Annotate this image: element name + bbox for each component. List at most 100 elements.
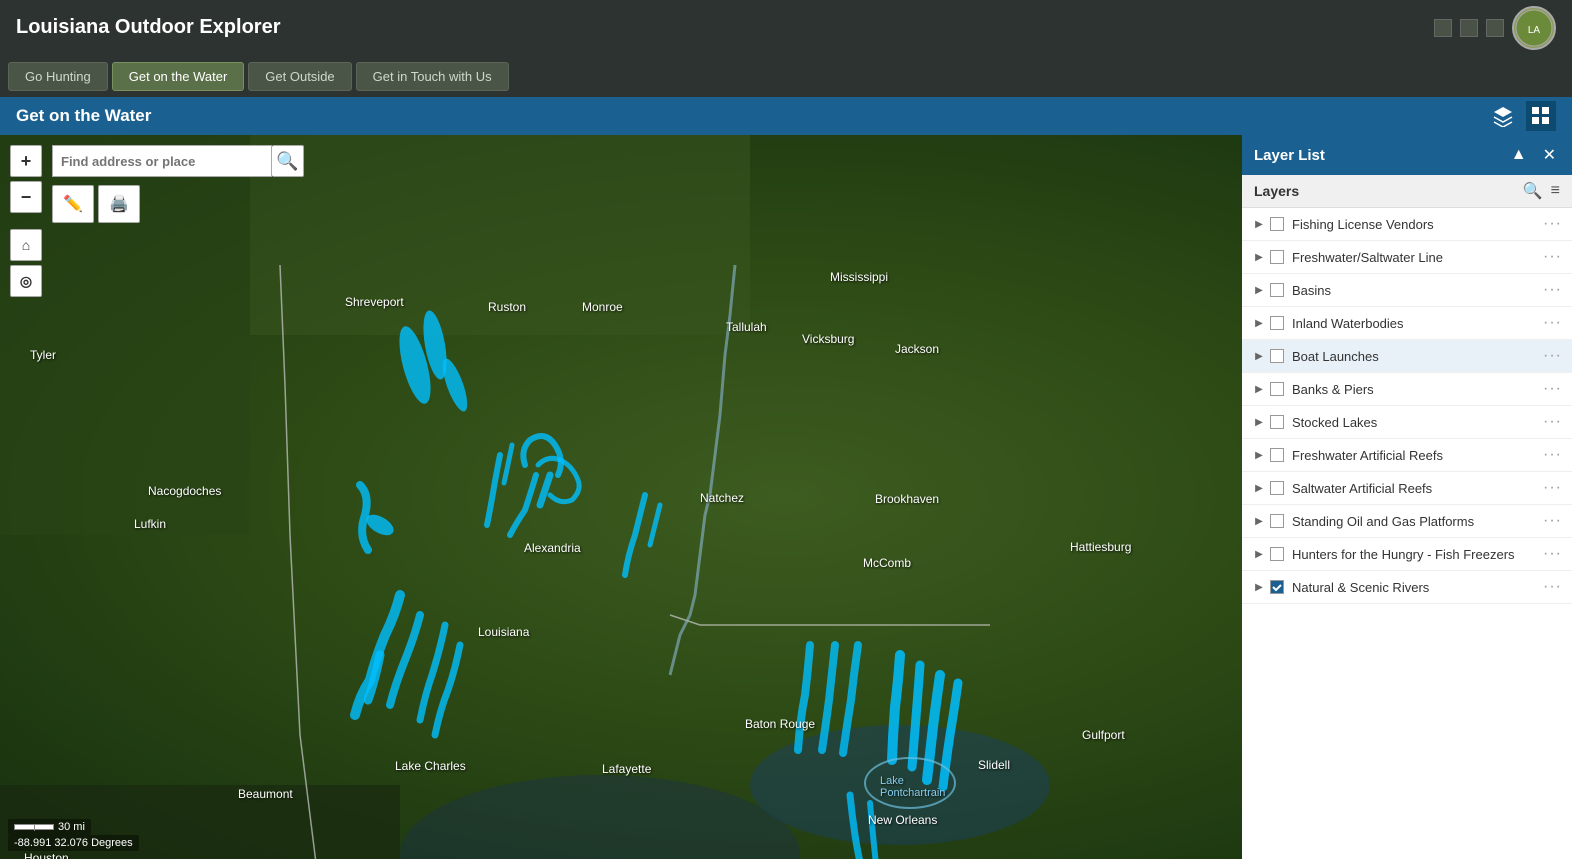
edit-print-controls: ✏️ 🖨️ <box>52 185 140 223</box>
layers-subheader: Layers 🔍 ≡ <box>1242 175 1572 208</box>
layer-expand-icon: ▶ <box>1252 514 1266 528</box>
layer-panel-title-area: Layer List <box>1254 147 1325 164</box>
topbar: Louisiana Outdoor Explorer LA <box>0 0 1572 55</box>
tab-go-hunting[interactable]: Go Hunting <box>8 62 108 91</box>
layer-more-button-inland-waterbodies[interactable]: ··· <box>1543 314 1562 332</box>
layer-checkbox-natural-scenic[interactable] <box>1270 580 1284 594</box>
layer-name-freshwater-reefs: Freshwater Artificial Reefs <box>1292 448 1543 463</box>
layer-expand-icon: ▶ <box>1252 283 1266 297</box>
layer-expand-icon: ▶ <box>1252 349 1266 363</box>
layer-item-freshwater-reefs[interactable]: ▶ Freshwater Artificial Reefs··· <box>1242 439 1572 472</box>
layer-item-inland-waterbodies[interactable]: ▶ Inland Waterbodies··· <box>1242 307 1572 340</box>
tab-get-outside[interactable]: Get Outside <box>248 62 351 91</box>
section-title: Get on the Water <box>16 106 151 126</box>
topbar-right: LA <box>1434 6 1556 50</box>
layer-checkbox-stocked-lakes[interactable] <box>1270 415 1284 429</box>
layer-item-saltwater-reefs[interactable]: ▶ Saltwater Artificial Reefs··· <box>1242 472 1572 505</box>
zoom-out-button[interactable]: − <box>10 181 42 213</box>
layer-expand-icon: ▶ <box>1252 481 1266 495</box>
layer-name-oil-gas: Standing Oil and Gas Platforms <box>1292 514 1543 529</box>
layer-checkbox-saltwater-reefs[interactable] <box>1270 481 1284 495</box>
layer-item-fishing-license[interactable]: ▶ Fishing License Vendors··· <box>1242 208 1572 241</box>
layer-more-button-stocked-lakes[interactable]: ··· <box>1543 413 1562 431</box>
layer-more-button-fishing-license[interactable]: ··· <box>1543 215 1562 233</box>
map-controls: + − <box>10 145 42 213</box>
layer-checkbox-hunters-hungry[interactable] <box>1270 547 1284 561</box>
zoom-in-button[interactable]: + <box>10 145 42 177</box>
home-button[interactable]: ⌂ <box>10 229 42 261</box>
layer-name-inland-waterbodies: Inland Waterbodies <box>1292 316 1543 331</box>
coordinates-display: -88.991 32.076 Degrees <box>8 835 139 851</box>
app-title: Louisiana Outdoor Explorer <box>16 16 280 39</box>
search-input[interactable] <box>52 145 272 177</box>
layer-item-stocked-lakes[interactable]: ▶ Stocked Lakes··· <box>1242 406 1572 439</box>
layer-checkbox-inland-waterbodies[interactable] <box>1270 316 1284 330</box>
layer-more-button-oil-gas[interactable]: ··· <box>1543 512 1562 530</box>
collapse-panel-button[interactable]: ▲ <box>1507 144 1531 166</box>
layer-checkbox-boat-launches[interactable] <box>1270 349 1284 363</box>
filter-layers-button[interactable]: ≡ <box>1551 181 1560 201</box>
layer-expand-icon: ▶ <box>1252 217 1266 231</box>
layer-expand-icon: ▶ <box>1252 415 1266 429</box>
layer-more-button-freshwater-reefs[interactable]: ··· <box>1543 446 1562 464</box>
layer-panel-header: Layer List ▲ ✕ <box>1242 135 1572 175</box>
restore-button[interactable] <box>1486 19 1504 37</box>
layer-name-stocked-lakes: Stocked Lakes <box>1292 415 1543 430</box>
close-panel-button[interactable]: ✕ <box>1539 143 1560 167</box>
location-button[interactable]: ◎ <box>10 265 42 297</box>
tab-get-in-touch[interactable]: Get in Touch with Us <box>356 62 509 91</box>
edit-button[interactable]: ✏️ <box>52 185 94 223</box>
section-header: Get on the Water <box>0 97 1572 135</box>
layer-item-hunters-hungry[interactable]: ▶ Hunters for the Hungry - Fish Freezers·… <box>1242 538 1572 571</box>
layer-item-natural-scenic[interactable]: ▶ Natural & Scenic Rivers··· <box>1242 571 1572 604</box>
header-icons <box>1488 101 1556 131</box>
layer-expand-icon: ▶ <box>1252 250 1266 264</box>
maximize-button[interactable] <box>1460 19 1478 37</box>
layer-name-freshwater-saltwater: Freshwater/Saltwater Line <box>1292 250 1543 265</box>
layer-checkbox-basins[interactable] <box>1270 283 1284 297</box>
layer-name-basins: Basins <box>1292 283 1543 298</box>
svg-text:LA: LA <box>1528 25 1541 36</box>
extra-map-controls: ⌂ ◎ <box>10 229 42 297</box>
layers-icon-button[interactable] <box>1488 101 1518 131</box>
layer-checkbox-oil-gas[interactable] <box>1270 514 1284 528</box>
layer-checkbox-fishing-license[interactable] <box>1270 217 1284 231</box>
map-container[interactable]: + − 🔍 ✏️ 🖨️ ⌂ ◎ Mississippi Tyler Ruston… <box>0 135 1572 859</box>
layer-item-freshwater-saltwater[interactable]: ▶ Freshwater/Saltwater Line··· <box>1242 241 1572 274</box>
layer-expand-icon: ▶ <box>1252 316 1266 330</box>
layer-item-oil-gas[interactable]: ▶ Standing Oil and Gas Platforms··· <box>1242 505 1572 538</box>
layer-name-hunters-hungry: Hunters for the Hungry - Fish Freezers <box>1292 547 1543 562</box>
search-bar: 🔍 <box>52 145 304 177</box>
layer-name-saltwater-reefs: Saltwater Artificial Reefs <box>1292 481 1543 496</box>
layer-more-button-banks-piers[interactable]: ··· <box>1543 380 1562 398</box>
print-button[interactable]: 🖨️ <box>98 185 140 223</box>
minimize-button[interactable] <box>1434 19 1452 37</box>
layer-checkbox-banks-piers[interactable] <box>1270 382 1284 396</box>
layer-panel-title: Layer List <box>1254 147 1325 164</box>
layer-more-button-freshwater-saltwater[interactable]: ··· <box>1543 248 1562 266</box>
layer-expand-icon: ▶ <box>1252 448 1266 462</box>
layer-more-button-saltwater-reefs[interactable]: ··· <box>1543 479 1562 497</box>
tab-get-on-water[interactable]: Get on the Water <box>112 62 245 91</box>
layer-checkbox-freshwater-reefs[interactable] <box>1270 448 1284 462</box>
layers-subheader-icons: 🔍 ≡ <box>1523 181 1560 201</box>
layer-expand-icon: ▶ <box>1252 547 1266 561</box>
layer-item-boat-launches[interactable]: ▶Boat Launches··· <box>1242 340 1572 373</box>
layer-more-button-natural-scenic[interactable]: ··· <box>1543 578 1562 596</box>
layer-name-fishing-license: Fishing License Vendors <box>1292 217 1543 232</box>
scale-bar: 30 mi <box>8 819 91 835</box>
layer-more-button-boat-launches[interactable]: ··· <box>1543 347 1562 365</box>
search-button[interactable]: 🔍 <box>272 145 304 177</box>
layer-item-basins[interactable]: ▶ Basins··· <box>1242 274 1572 307</box>
layer-expand-icon: ▶ <box>1252 382 1266 396</box>
layer-expand-icon: ▶ <box>1252 580 1266 594</box>
layer-panel: Layer List ▲ ✕ Layers 🔍 ≡ ▶ Fishing Licen… <box>1242 135 1572 859</box>
layer-item-banks-piers[interactable]: ▶Banks & Piers··· <box>1242 373 1572 406</box>
layer-more-button-hunters-hungry[interactable]: ··· <box>1543 545 1562 563</box>
layer-name-natural-scenic: Natural & Scenic Rivers <box>1292 580 1543 595</box>
layer-more-button-basins[interactable]: ··· <box>1543 281 1562 299</box>
search-layers-button[interactable]: 🔍 <box>1523 181 1543 201</box>
layer-checkbox-freshwater-saltwater[interactable] <box>1270 250 1284 264</box>
grid-icon-button[interactable] <box>1526 101 1556 131</box>
navbar: Go Hunting Get on the Water Get Outside … <box>0 55 1572 97</box>
